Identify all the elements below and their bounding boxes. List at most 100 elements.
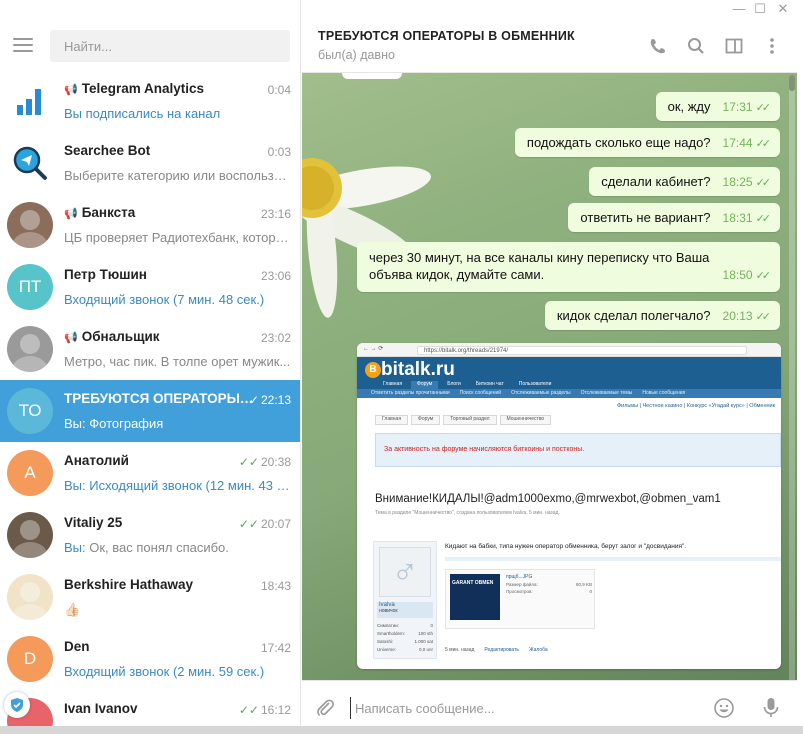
chat-list-item[interactable]: Vitaliy 25 ✓✓ 20:07 Вы: Ок, вас понял спаси… xyxy=(0,504,300,566)
read-ticks-icon: ✓✓ xyxy=(755,311,772,323)
chat-name: 📢 Банкста xyxy=(64,205,254,220)
chat-time-text: 16:12 xyxy=(260,703,291,717)
thread-meta: Тема в разделе "Мошенничество", создана … xyxy=(375,510,560,516)
chat-time-text: 23:06 xyxy=(260,269,291,283)
attachment-box: GARANT OBMEN прщб...JPG Размер файла: 80,… xyxy=(445,569,595,629)
user-card: ♂ Ivalva новичок Симпатии: 0 Smartholdem: 1… xyxy=(373,541,437,659)
breadcrumb-item: Торговый раздел xyxy=(443,415,497,425)
shield-check-icon[interactable] xyxy=(4,692,30,718)
post-text: Кидают на бабки, типа нужен оператор обм… xyxy=(445,543,687,550)
chat-name-text: Ivan Ivanov xyxy=(64,701,138,716)
chat-list-item[interactable]: 📢 Банкста 23:16 ЦБ проверяет Радиотехбанк, … xyxy=(0,194,300,256)
conversation-title[interactable]: ТРЕБУЮТСЯ ОПЕРАТОРЫ В ОБМЕННИК xyxy=(318,29,575,43)
forum-top-links: Фильмы | Честное казино | Конкурс «Угада… xyxy=(616,403,775,409)
maximize-button[interactable]: ☐ xyxy=(752,1,768,17)
search-bot-icon xyxy=(7,140,53,186)
chat-time-text: 23:16 xyxy=(260,207,291,221)
phone-icon[interactable] xyxy=(648,36,668,56)
chat-last-message: Выберите категорию или воспользуйтесь по… xyxy=(64,168,292,183)
avatar xyxy=(7,326,53,372)
chat-time-text: 22:13 xyxy=(260,393,291,407)
forum-nav-item: Форум xyxy=(411,381,439,389)
attach-paperclip-icon[interactable] xyxy=(314,697,336,719)
message-bubble[interactable]: сделали кабинет? 18:25 ✓✓ xyxy=(589,167,780,196)
microphone-icon[interactable] xyxy=(761,696,781,720)
chat-list-item[interactable]: ТО ТРЕБУЮТСЯ ОПЕРАТОРЫ В ОБМЕННИК✓22:13 Вы… xyxy=(0,380,300,442)
minimize-button[interactable]: — xyxy=(731,1,747,17)
megaphone-icon: 📢 xyxy=(64,208,78,220)
message-bubble[interactable]: ответить не вариант? 18:31 ✓✓ xyxy=(568,203,780,232)
chat-last-text: Метро, час пик. В толпе орет мужик... xyxy=(64,354,291,369)
message-text: кидок сделал полегчало? xyxy=(556,308,711,323)
search-input[interactable] xyxy=(50,30,290,62)
forum-nav-item: Пользователи xyxy=(518,381,552,387)
chat-last-message: 👍🏻 xyxy=(64,602,292,618)
chat-time-text: 17:42 xyxy=(260,641,291,655)
chat-last-text: Выберите категорию или воспользуйтесь по… xyxy=(64,168,292,183)
emoji-icon[interactable] xyxy=(713,697,735,719)
chat-name: Searchee Bot xyxy=(64,143,254,158)
chat-last-message: Вы подписались на канал xyxy=(64,106,292,121)
chat-list-item[interactable]: А Анатолий ✓✓ 20:38 Вы: Исходящий звонок (12… xyxy=(0,442,300,504)
chat-list-item[interactable]: 📢 Обнальщик 23:02 Метро, час пик. В толпе о… xyxy=(0,318,300,380)
message-text: объява кидок, думайте сами. xyxy=(369,267,545,282)
forum-breadcrumb: Главная Форум Торговый раздел Мошенничество xyxy=(375,415,775,425)
photo-attachment[interactable]: ← → ⟳ https://bitalk.org/threads/21974/ … xyxy=(357,343,781,669)
chat-last-text: Входящий звонок (2 мин. 59 сек.) xyxy=(64,664,265,679)
right-info-panel-edge xyxy=(797,18,803,734)
more-options-icon[interactable] xyxy=(762,36,782,56)
chat-list-item[interactable]: Berkshire Hathaway 18:43 👍🏻 xyxy=(0,566,300,628)
message-time: 20:13 xyxy=(722,309,753,323)
message-bubble[interactable]: ок, жду 17:31 ✓✓ xyxy=(655,92,780,121)
previous-message-edge xyxy=(342,73,402,79)
chat-last-message: Вы: Исходящий звонок (12 мин. 43 сек.) xyxy=(64,478,292,493)
search-icon[interactable] xyxy=(686,36,706,56)
forum-subnav: Отметить разделы прочитанными Поиск сообщ… xyxy=(357,389,781,398)
avatar: D xyxy=(7,636,53,682)
chat-name: Анатолий xyxy=(64,453,254,468)
chat-list-item[interactable]: ПТ Петр Тюшин 23:06 Входящий звонок (7 мин.… xyxy=(0,256,300,318)
chat-time: 23:16 xyxy=(261,207,291,221)
chat-last-text: Вы подписались на канал xyxy=(64,106,221,121)
messages-scrollbar[interactable] xyxy=(789,75,795,695)
avatar xyxy=(7,574,53,620)
chat-list-item[interactable]: Searchee Bot 0:03 Выберите категорию или в… xyxy=(0,132,300,194)
user-stat-label: Satoshi: xyxy=(377,639,394,644)
chat-name-text: Петр Тюшин xyxy=(64,267,147,282)
close-button[interactable]: ✕ xyxy=(775,1,791,17)
conversation-status: был(а) давно xyxy=(318,48,395,62)
chat-time-text: 20:07 xyxy=(260,517,291,531)
chat-name-text: Vitaliy 25 xyxy=(64,515,123,530)
chat-list-item[interactable]: D Den 17:42 Входящий звонок (2 мин. 59 сек.… xyxy=(0,628,300,690)
message-time: 18:50 xyxy=(722,268,753,282)
post-divider xyxy=(445,557,781,561)
user-stat-row: Smartholdem: 100 sth xyxy=(377,630,433,638)
forum-user-rank: новичок xyxy=(379,608,398,614)
hamburger-menu-icon[interactable] xyxy=(13,38,33,52)
message-text: ок, жду xyxy=(667,99,711,114)
read-ticks-icon: ✓✓ xyxy=(755,213,772,225)
message-bubble[interactable]: подождать сколько еще надо? 17:44 ✓✓ xyxy=(514,128,780,157)
chat-name-text: Berkshire Hathaway xyxy=(64,577,194,592)
chat-time: 18:43 xyxy=(261,579,291,593)
attachment-thumbnail: GARANT OBMEN xyxy=(450,574,500,620)
chat-name: Berkshire Hathaway xyxy=(64,577,254,592)
chat-time: 0:04 xyxy=(268,83,291,97)
sidebar-toggle-icon[interactable] xyxy=(724,36,744,56)
chat-time: ✓✓ 20:07 xyxy=(239,517,291,531)
chat-time-text: 23:02 xyxy=(260,331,291,345)
message-input[interactable] xyxy=(350,697,690,719)
message-bubble[interactable]: кидок сделал полегчало? 20:13 ✓✓ xyxy=(544,301,780,330)
scrollbar-thumb[interactable] xyxy=(789,75,795,91)
notice-text: За активность на форуме начисляются битк… xyxy=(384,446,585,453)
message-bubble[interactable]: через 30 минут, на все каналы кину переп… xyxy=(357,242,780,292)
attachment-views-row: Просмотров: 0 xyxy=(506,589,592,594)
attachment-views-label: Просмотров: xyxy=(506,589,533,594)
chat-name-text: ТРЕБУЮТСЯ ОПЕРАТОРЫ В ОБМЕННИК xyxy=(64,391,254,406)
chat-name: 📢 Telegram Analytics xyxy=(64,81,254,96)
forum-logo: bitalk.ru xyxy=(381,359,455,380)
thread-title: Внимание!КИДАЛЫ!@adm1000exmo,@mrwexbot,@… xyxy=(375,493,721,505)
chat-time: ✓✓ 20:38 xyxy=(239,455,291,469)
chat-list-item[interactable]: 📢 Telegram Analytics 0:04 Вы подписались на… xyxy=(0,70,300,132)
chat-last-message: Входящий звонок (7 мин. 48 сек.) xyxy=(64,292,292,307)
